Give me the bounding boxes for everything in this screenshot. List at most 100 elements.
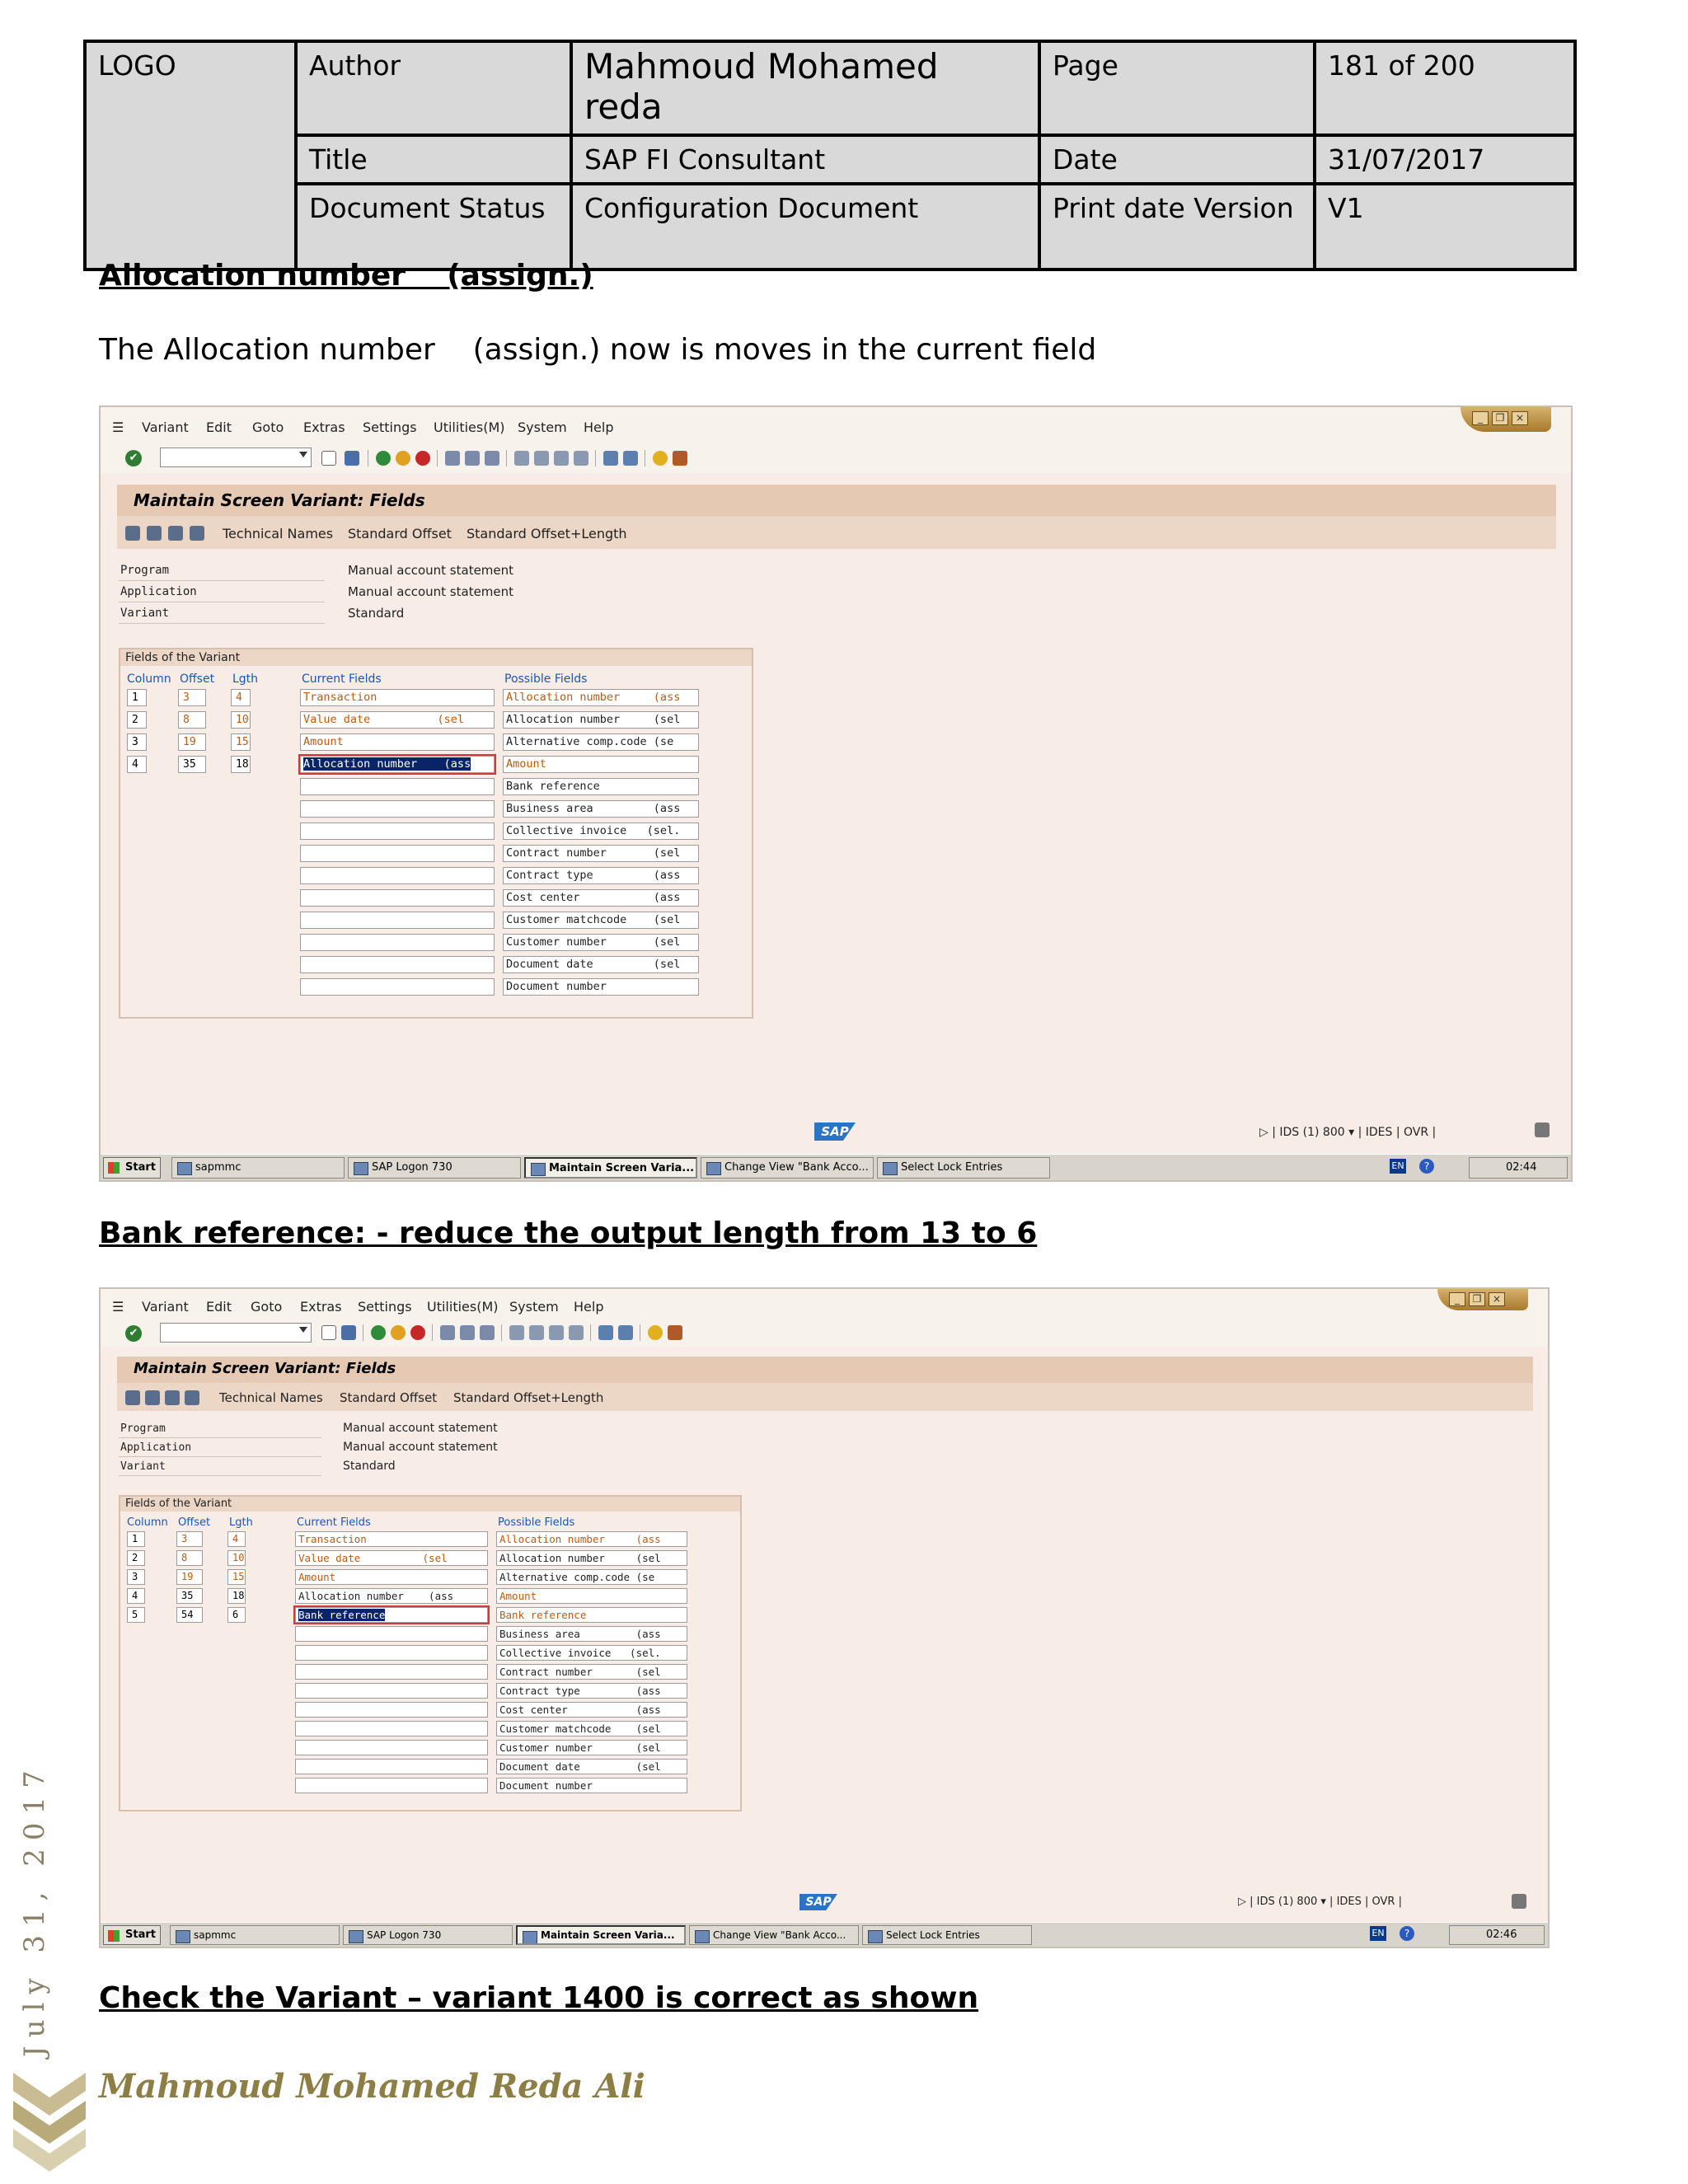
chevron-down-icon[interactable] — [299, 452, 307, 457]
current-field-slot[interactable] — [300, 934, 495, 951]
menu-extras[interactable]: Extras — [303, 419, 345, 435]
current-field-slot[interactable] — [300, 800, 495, 818]
first-page-icon[interactable] — [514, 451, 529, 466]
save-icon[interactable] — [345, 451, 359, 466]
new-session-icon[interactable] — [598, 1325, 613, 1340]
print-icon[interactable] — [440, 1325, 455, 1340]
cancel-icon[interactable] — [410, 1325, 425, 1340]
display-icon[interactable] — [125, 526, 140, 541]
current-field-slot[interactable]: Amount — [300, 733, 495, 751]
tree-icon[interactable] — [168, 526, 183, 541]
lock-icon[interactable] — [1512, 1894, 1526, 1909]
current-field-slot[interactable] — [300, 867, 495, 884]
menu-system[interactable]: System — [518, 419, 567, 435]
menu-goto[interactable]: Goto — [251, 1299, 282, 1315]
standard-offset-length-button[interactable]: Standard Offset+Length — [467, 526, 627, 541]
current-field-slot[interactable] — [295, 1664, 488, 1680]
enter-icon[interactable]: ✔ — [125, 1325, 142, 1342]
possible-field[interactable]: Business area (ass — [503, 800, 699, 818]
length-number[interactable]: 18 — [227, 1588, 246, 1604]
start-button[interactable]: Start — [103, 1925, 161, 1945]
display-icon[interactable] — [125, 1390, 140, 1405]
possible-field[interactable]: Alternative comp.code (se — [496, 1569, 687, 1585]
menu-variant[interactable]: Variant — [142, 1299, 189, 1315]
current-field-slot[interactable]: Bank reference — [293, 1605, 490, 1624]
current-field-slot[interactable]: Value date (sel — [295, 1550, 488, 1566]
possible-field[interactable]: Document number — [496, 1778, 687, 1793]
layout-menu-icon[interactable] — [673, 451, 687, 466]
settings-icon[interactable] — [190, 526, 204, 541]
possible-field[interactable]: Document number — [503, 978, 699, 996]
task-change-view[interactable]: Change View "Bank Acco... — [689, 1925, 859, 1945]
length-number[interactable]: 18 — [231, 756, 251, 773]
length-number[interactable]: 10 — [231, 711, 251, 729]
possible-field[interactable]: Contract number (sel — [496, 1664, 687, 1680]
menu-goto[interactable]: Goto — [252, 419, 284, 435]
close-icon[interactable]: × — [1489, 1292, 1505, 1306]
menu-utilities[interactable]: Utilities(M) — [427, 1299, 499, 1315]
previous-page-icon[interactable] — [534, 451, 549, 466]
language-indicator[interactable]: EN — [1370, 1926, 1386, 1941]
task-maintain-screen-variant[interactable]: Maintain Screen Varia... — [524, 1157, 697, 1179]
lock-icon[interactable] — [1535, 1122, 1550, 1137]
restore-icon[interactable]: ❐ — [1469, 1292, 1485, 1306]
offset-number[interactable]: 19 — [176, 1569, 203, 1585]
last-page-icon[interactable] — [569, 1325, 584, 1340]
menu-system[interactable]: System — [509, 1299, 559, 1315]
possible-field[interactable]: Customer number (sel — [503, 934, 699, 951]
task-sapmmc[interactable]: sapmmc — [171, 1157, 345, 1179]
current-field-slot[interactable] — [295, 1721, 488, 1736]
standard-offset-button[interactable]: Standard Offset — [348, 526, 452, 541]
standard-offset-length-button[interactable]: Standard Offset+Length — [453, 1390, 603, 1405]
next-page-icon[interactable] — [554, 451, 569, 466]
chevron-down-icon[interactable] — [299, 1327, 307, 1333]
current-field-slot[interactable] — [300, 912, 495, 929]
save-icon[interactable] — [341, 1325, 356, 1340]
possible-field[interactable]: Customer matchcode (sel — [503, 912, 699, 929]
possible-field[interactable]: Alternative comp.code (se — [503, 733, 699, 751]
task-sapmmc[interactable]: sapmmc — [170, 1925, 340, 1945]
menu-utilities[interactable]: Utilities(M) — [434, 419, 505, 435]
menu-variant[interactable]: Variant — [142, 419, 189, 435]
menu-edit[interactable]: Edit — [206, 419, 232, 435]
possible-field[interactable]: Allocation number (sel — [496, 1550, 687, 1566]
task-maintain-screen-variant[interactable]: Maintain Screen Varia... — [516, 1925, 686, 1945]
current-field-slot[interactable] — [300, 778, 495, 795]
possible-field[interactable]: Allocation number (ass — [503, 689, 699, 706]
possible-field[interactable]: Document date (sel — [496, 1759, 687, 1774]
current-field-slot[interactable]: Transaction — [300, 689, 495, 706]
task-sap-logon[interactable]: SAP Logon 730 — [343, 1925, 513, 1945]
task-select-lock-entries[interactable]: Select Lock Entries — [862, 1925, 1032, 1945]
possible-field[interactable]: Cost center (ass — [496, 1702, 687, 1718]
technical-names-button[interactable]: Technical Names — [219, 1390, 323, 1405]
current-field-slot[interactable] — [300, 889, 495, 907]
current-field-slot[interactable]: Transaction — [295, 1531, 488, 1547]
help-icon[interactable] — [648, 1325, 663, 1340]
offset-number[interactable]: 8 — [178, 711, 206, 729]
next-page-icon[interactable] — [549, 1325, 564, 1340]
enter-icon[interactable]: ✔ — [125, 450, 142, 466]
current-field-slot[interactable] — [295, 1645, 488, 1661]
possible-field[interactable]: Cost center (ass — [503, 889, 699, 907]
exit-icon[interactable] — [396, 451, 410, 466]
possible-field[interactable]: Business area (ass — [496, 1626, 687, 1642]
current-field-slot[interactable]: Value date (sel — [300, 711, 495, 729]
possible-field[interactable]: Document date (sel — [503, 956, 699, 973]
restore-icon[interactable]: ❐ — [1492, 411, 1508, 425]
length-number[interactable]: 4 — [231, 689, 251, 706]
current-field-slot[interactable] — [295, 1626, 488, 1642]
shortcut-icon[interactable] — [623, 451, 638, 466]
current-field-slot[interactable] — [295, 1683, 488, 1699]
save-variant-icon[interactable] — [145, 1390, 160, 1405]
length-number[interactable]: 15 — [231, 733, 251, 751]
task-select-lock-entries[interactable]: Select Lock Entries — [877, 1157, 1050, 1179]
standard-offset-button[interactable]: Standard Offset — [340, 1390, 437, 1405]
previous-page-icon[interactable] — [529, 1325, 544, 1340]
menu-extras[interactable]: Extras — [300, 1299, 342, 1315]
menu-settings[interactable]: Settings — [363, 419, 417, 435]
find-icon[interactable] — [460, 1325, 475, 1340]
possible-field[interactable]: Customer matchcode (sel — [496, 1721, 687, 1736]
help-icon[interactable] — [653, 451, 668, 466]
tree-icon[interactable] — [165, 1390, 180, 1405]
current-field-slot[interactable] — [295, 1778, 488, 1793]
